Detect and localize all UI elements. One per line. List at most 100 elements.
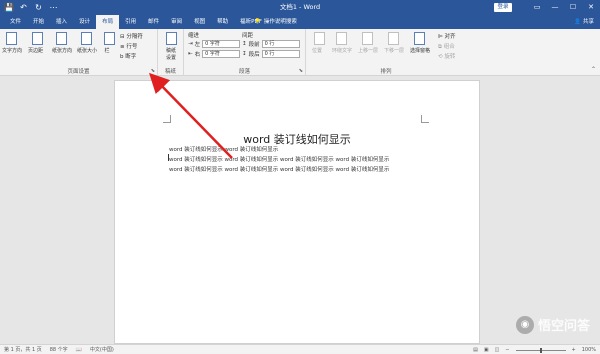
tab-mailings[interactable]: 邮件 xyxy=(142,15,165,29)
size-label: 纸张大小 xyxy=(77,48,98,54)
send-backward-icon xyxy=(387,32,399,45)
size-button[interactable]: 纸张大小 xyxy=(77,32,98,54)
draft-paper-icon xyxy=(165,32,177,45)
tab-review[interactable]: 审阅 xyxy=(165,15,188,29)
spacing-after-label: 段后 xyxy=(248,52,260,58)
tab-home[interactable]: 开始 xyxy=(27,15,50,29)
tab-layout[interactable]: 布局 xyxy=(96,15,120,29)
web-layout-icon[interactable]: ◫ xyxy=(495,345,500,354)
spacing-before-icon: ↥ xyxy=(242,41,247,47)
columns-button[interactable]: 栏 xyxy=(102,32,116,54)
position-button[interactable]: 位置 xyxy=(312,32,326,54)
indent-left-row: ⇥ 左 0 字符 xyxy=(188,40,241,48)
tab-file[interactable]: 文件 xyxy=(4,15,27,29)
selection-pane-button[interactable]: 选择窗格 xyxy=(410,32,430,54)
margin-corner-top-left xyxy=(163,115,171,123)
columns-icon xyxy=(103,32,115,45)
tab-design[interactable]: 设计 xyxy=(73,15,96,29)
indent-left-input[interactable]: 0 字符 xyxy=(202,40,241,48)
align-icon: ⊫ xyxy=(438,34,443,40)
paragraph-group-label: 段落 xyxy=(238,69,250,75)
maximize-button[interactable]: ☐ xyxy=(564,0,582,15)
watermark-text: 悟空问答 xyxy=(537,319,590,334)
document-heading: word 装订线如何显示 xyxy=(243,133,351,146)
document-line: word 装订线如何显示 word 装订线如何显示 word 装订线如何显示 w… xyxy=(169,157,390,163)
zoom-out-button[interactable]: − xyxy=(505,345,509,354)
status-bar: 第 1 页，共 1 页 88 个字 📖 中文(中国) ▤ ▣ ◫ − + 100… xyxy=(0,344,600,354)
breaks-label: 分隔符 xyxy=(126,34,143,40)
send-backward-button[interactable]: 下移一层 xyxy=(384,32,404,54)
ribbon-tab-row: 文件 开始 插入 设计 布局 引用 邮件 审阅 视图 帮助 福昕PDF 💡 操作… xyxy=(0,15,600,29)
status-right: ▤ ▣ ◫ − + 100% xyxy=(473,345,596,354)
login-button[interactable]: 登录 xyxy=(494,3,512,12)
align-label: 对齐 xyxy=(444,34,456,40)
minimize-button[interactable]: — xyxy=(546,0,564,15)
indent-right-input[interactable]: 0 字符 xyxy=(202,50,241,58)
breaks-button[interactable]: ⊟ 分隔符 xyxy=(120,32,143,40)
tab-insert[interactable]: 插入 xyxy=(50,15,73,29)
hyphenation-button[interactable]: b 断字 xyxy=(120,52,136,60)
watermark: ◉ 悟空问答 xyxy=(515,315,590,334)
tab-references[interactable]: 引用 xyxy=(119,15,142,29)
tab-help[interactable]: 帮助 xyxy=(211,15,234,29)
columns-label: 栏 xyxy=(104,48,110,54)
page-setup-group: 文字方向 页边距 纸张方向 纸张大小 栏 ⊟ 分隔符 ≡ 行号 b 断字 页面设… xyxy=(0,29,158,76)
line-numbers-button[interactable]: ≡ 行号 xyxy=(120,42,137,50)
ribbon-display-options-icon[interactable]: ▭ xyxy=(528,0,546,15)
rotate-button[interactable]: ⟲ 旋转 xyxy=(438,52,455,60)
document-area: word 装订线如何显示 word 装订线如何显示 word 装订线如何显示 w… xyxy=(0,76,600,344)
zoom-slider-thumb[interactable] xyxy=(539,347,542,353)
indent-right-label: 右 xyxy=(194,52,201,58)
spacing-after-input[interactable]: 0 行 xyxy=(261,50,300,58)
proofing-icon[interactable]: 📖 xyxy=(76,345,82,354)
share-button[interactable]: 👤 共享 xyxy=(574,15,594,29)
draft-paper-group: 稿纸设置 稿纸 xyxy=(158,29,184,76)
paragraph-group: 缩进 间距 ⇥ 左 0 字符 ⇤ 右 0 字符 ↥ 段前 0 行 ↧ 段后 0 … xyxy=(184,29,306,76)
margins-button[interactable]: 页边距 xyxy=(28,32,44,54)
spacing-heading: 间距 xyxy=(242,33,254,39)
group-button[interactable]: ⧉ 组合 xyxy=(438,42,455,51)
group-icon: ⧉ xyxy=(438,44,442,50)
page-count[interactable]: 第 1 页，共 1 页 xyxy=(4,345,42,354)
share-label: 共享 xyxy=(582,19,594,25)
page-setup-dialog-launcher[interactable]: ⬊ xyxy=(151,68,155,74)
hyphenation-icon: b xyxy=(120,54,124,60)
rotate-label: 旋转 xyxy=(444,54,456,60)
language-indicator[interactable]: 中文(中国) xyxy=(90,345,114,354)
rotate-icon: ⟲ xyxy=(438,54,443,60)
read-mode-icon[interactable]: ▤ xyxy=(473,345,478,354)
close-button[interactable]: ✕ xyxy=(582,0,600,15)
orientation-label: 纸张方向 xyxy=(52,48,73,54)
wrap-text-button[interactable]: 环绕文字 xyxy=(332,32,352,54)
print-layout-icon[interactable]: ▣ xyxy=(484,345,489,354)
collapse-ribbon-icon[interactable]: ⌃ xyxy=(591,66,596,73)
align-button[interactable]: ⊫ 对齐 xyxy=(438,32,456,40)
tell-me-search[interactable]: 💡 操作说明搜索 xyxy=(254,15,297,29)
paragraph-dialog-launcher[interactable]: ⬊ xyxy=(299,68,303,74)
bring-forward-label: 上移一层 xyxy=(358,48,379,54)
tab-view[interactable]: 视图 xyxy=(188,15,211,29)
draft-paper-settings-button[interactable]: 稿纸设置 xyxy=(164,32,178,61)
text-direction-button[interactable]: 文字方向 xyxy=(2,32,23,54)
wrap-text-icon xyxy=(335,32,347,45)
document-page[interactable]: word 装订线如何显示 word 装订线如何显示 word 装订线如何显示 w… xyxy=(114,80,480,344)
word-count[interactable]: 88 个字 xyxy=(50,345,68,354)
margins-label: 页边距 xyxy=(28,48,44,54)
line-numbers-label: 行号 xyxy=(126,44,138,50)
zoom-level[interactable]: 100% xyxy=(582,345,596,354)
document-line: word 装订线如何显示 word 装订线如何显示 word 装订线如何显示 w… xyxy=(169,167,390,173)
bring-forward-button[interactable]: 上移一层 xyxy=(358,32,379,54)
draft-paper-settings-label: 稿纸设置 xyxy=(165,48,176,61)
zoom-in-button[interactable]: + xyxy=(572,345,576,354)
indent-heading: 缩进 xyxy=(188,33,200,39)
position-icon xyxy=(313,32,325,45)
spacing-before-input[interactable]: 0 行 xyxy=(261,40,300,48)
text-direction-label: 文字方向 xyxy=(2,48,23,54)
window-controls: ▭ — ☐ ✕ xyxy=(528,0,600,15)
spacing-after-row: ↧ 段后 0 行 xyxy=(242,50,300,58)
selection-pane-icon xyxy=(413,32,425,45)
orientation-button[interactable]: 纸张方向 xyxy=(52,32,73,54)
watermark-logo-icon: ◉ xyxy=(515,315,534,334)
zoom-slider[interactable] xyxy=(515,347,566,353)
person-icon: 👤 xyxy=(574,19,582,25)
